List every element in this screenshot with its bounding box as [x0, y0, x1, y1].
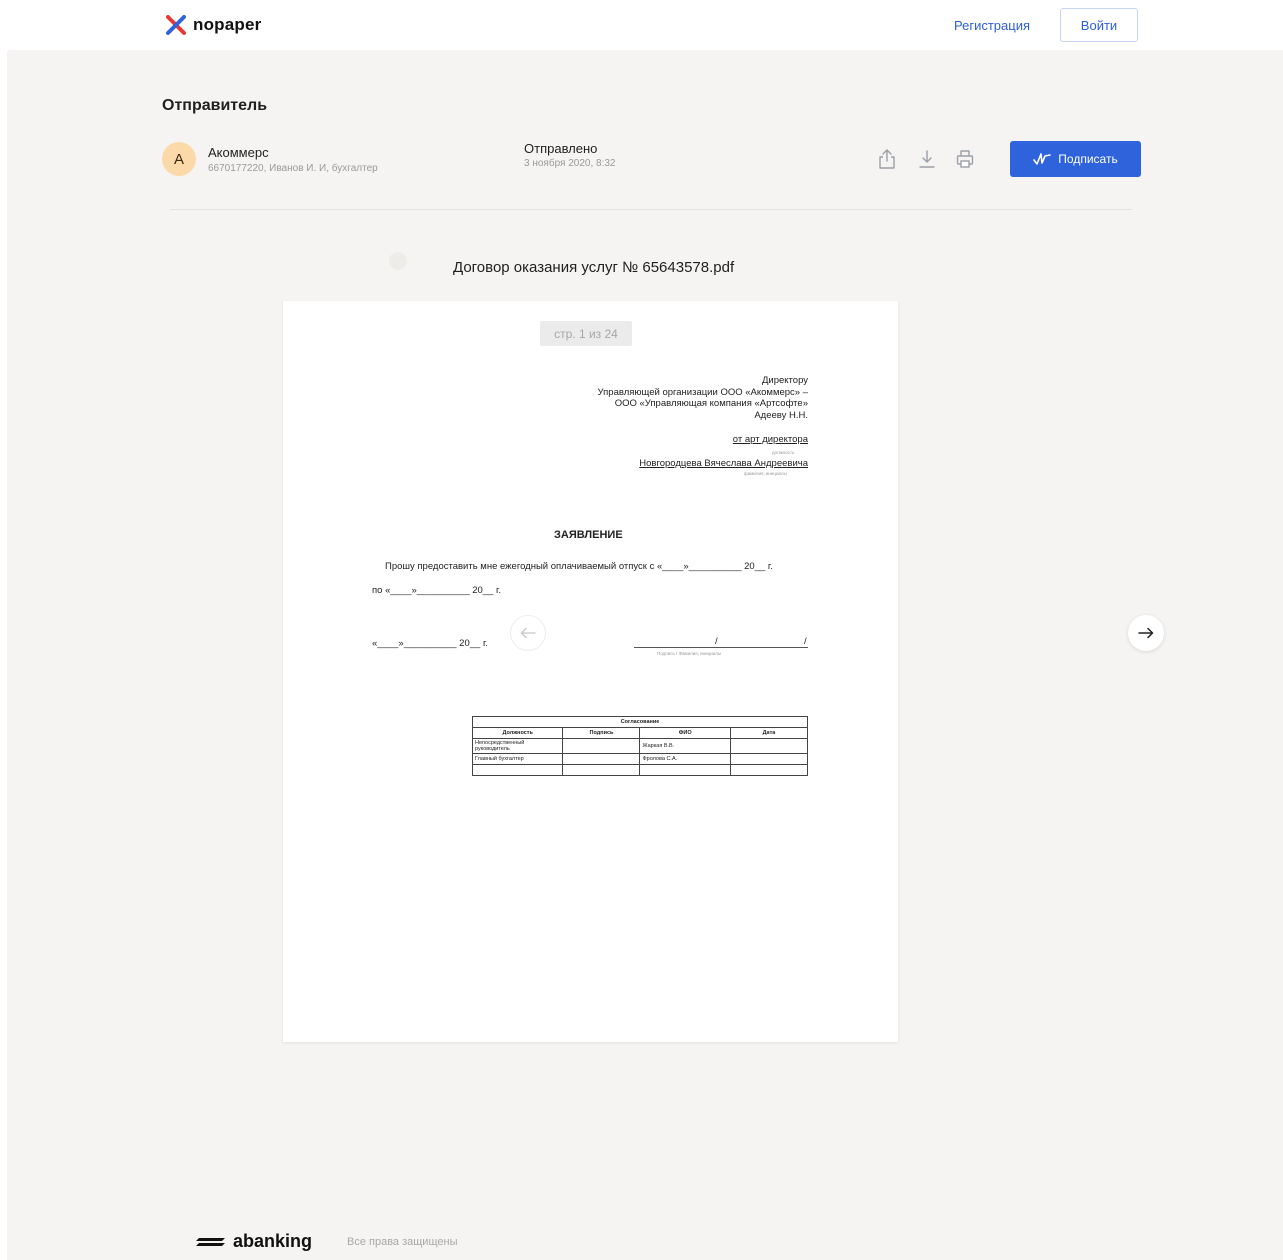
- page-indicator: стр. 1 из 24: [540, 321, 632, 346]
- table-cell: Фролова С.А.: [639, 753, 731, 765]
- signature-separator: /: [804, 636, 807, 647]
- abanking-logo-icon: [196, 1237, 225, 1246]
- nopaper-logo[interactable]: nopaper: [165, 14, 261, 36]
- table-header: Должность: [471, 727, 564, 739]
- download-icon[interactable]: [917, 148, 937, 170]
- print-icon[interactable]: [955, 148, 975, 170]
- share-icon[interactable]: [877, 148, 897, 170]
- table-header: ФИО: [639, 727, 731, 739]
- top-navigation-bar: nopaper Регистрация Войти: [0, 0, 1283, 50]
- table-cell: [471, 764, 564, 776]
- sent-label: Отправлено: [524, 141, 598, 156]
- signature-separator: /: [715, 636, 718, 647]
- table-cell: [729, 753, 809, 765]
- addressee-block: Директору Управляющей организации ООО «А…: [598, 375, 808, 421]
- abanking-logo[interactable]: abanking: [195, 1231, 312, 1252]
- avatar: А: [162, 142, 196, 176]
- table-cell: [729, 738, 809, 754]
- x-logo-icon: [166, 15, 186, 35]
- sender-details: 6670177220, Иванов И. И, бухгалтер: [208, 163, 378, 174]
- addressee-line: Директору: [761, 375, 808, 386]
- from-position: от арт директора: [732, 434, 808, 445]
- login-button[interactable]: Войти: [1060, 8, 1138, 42]
- table-cell: [562, 764, 641, 776]
- signature-line: [634, 647, 808, 648]
- table-cell: [729, 764, 809, 776]
- document-status-indicator: [389, 252, 407, 270]
- divider: [170, 209, 1132, 210]
- date-line: «____»__________ 20__ г.: [372, 638, 488, 649]
- table-row: Непосредственный руководитель Жаркая В.В…: [471, 738, 809, 754]
- table-header: Дата: [729, 727, 809, 739]
- arrow-right-icon: [1138, 627, 1154, 639]
- sign-button[interactable]: Подписать: [1010, 141, 1141, 177]
- table-cell: Жаркая В.В.: [639, 738, 731, 754]
- footer-logo-text: abanking: [233, 1231, 313, 1251]
- table-cell: [562, 753, 641, 765]
- sender-name: Акоммерс: [208, 145, 269, 160]
- from-name: Новгородцева Вячеслава Андреевича: [639, 458, 808, 469]
- from-name-caption: фамилия, инициалы: [744, 471, 787, 476]
- addressee-line: ООО «Управляющая компания «Артсофте»: [614, 398, 808, 409]
- sign-button-label: Подписать: [1058, 152, 1118, 166]
- statement-heading: ЗАЯВЛЕНИЕ: [554, 529, 623, 541]
- arrow-left-icon: [520, 627, 536, 639]
- table-title: Согласование: [472, 716, 808, 728]
- logo-text: nopaper: [193, 15, 262, 34]
- addressee-line: Управляющей организации ООО «Акоммерс» –: [597, 386, 808, 398]
- table-header: Подпись: [562, 727, 641, 739]
- table-cell: [562, 738, 641, 754]
- addressee-line: Адееву Н.Н.: [754, 409, 808, 421]
- copyright-text: Все права защищены: [347, 1236, 458, 1248]
- table-cell: Непосредственный руководитель: [471, 738, 564, 754]
- statement-line: Прошу предоставить мне ежегодный оплачив…: [385, 561, 773, 572]
- table-row: Главный бухгалтер Фролова С.А.: [471, 753, 809, 765]
- signature-icon: [1033, 153, 1052, 165]
- document-title: Договор оказания услуг № 65643578.pdf: [453, 259, 735, 276]
- register-link[interactable]: Регистрация: [954, 18, 1030, 33]
- next-page-button[interactable]: [1128, 615, 1164, 651]
- table-cell: [639, 764, 731, 776]
- signature-caption: Подпись / Фамилия, инициалы: [657, 651, 722, 656]
- sender-heading: Отправитель: [162, 97, 268, 114]
- table-row: [471, 764, 809, 776]
- sent-date: 3 ноября 2020, 8:32: [524, 158, 616, 169]
- previous-page-button[interactable]: [510, 615, 546, 651]
- approval-table: Согласование Должность Подпись ФИО Дата …: [471, 716, 809, 776]
- table-cell: Главный бухгалтер: [471, 753, 564, 765]
- statement-line: по «____»__________ 20__ г.: [372, 585, 501, 596]
- from-position-caption: должность: [772, 450, 795, 455]
